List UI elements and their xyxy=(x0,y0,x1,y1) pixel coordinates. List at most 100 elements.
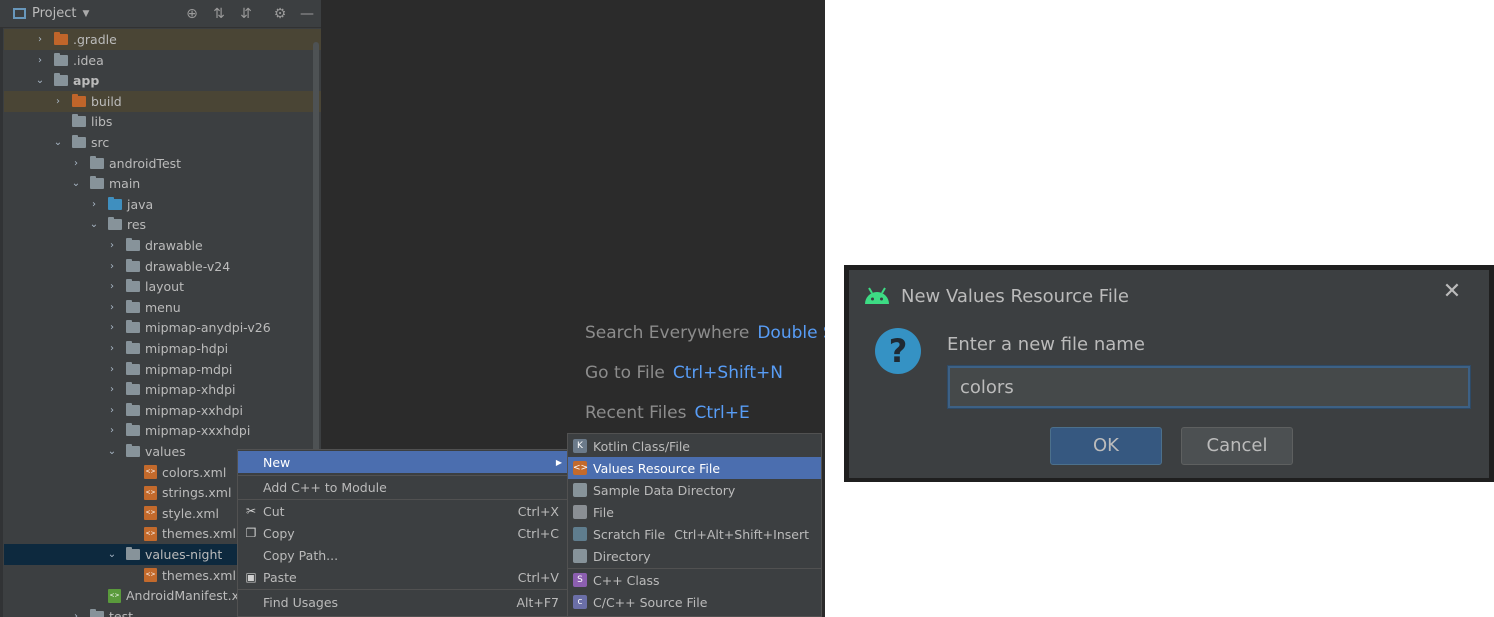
chevron-right-icon[interactable]: › xyxy=(106,425,118,436)
cancel-button[interactable]: Cancel xyxy=(1181,427,1293,465)
tree-node[interactable]: › mipmap-mdpi xyxy=(4,359,321,380)
submenu-item-directory[interactable]: Directory xyxy=(568,545,821,567)
dialog-title: New Values Resource File xyxy=(901,286,1129,307)
chevron-right-icon[interactable]: › xyxy=(106,343,118,354)
submenu-item-file[interactable]: File xyxy=(568,501,821,523)
hint-text: Recent Files xyxy=(585,403,687,423)
submenu-item-cpp-class[interactable]: S C++ Class xyxy=(568,569,821,591)
tree-node-label: menu xyxy=(145,299,181,315)
file-name-input[interactable] xyxy=(948,366,1470,408)
tree-node-label: src xyxy=(91,135,110,150)
tree-node[interactable]: › build xyxy=(4,90,321,112)
xml-file-icon: <> xyxy=(144,485,157,500)
menu-item-label: Paste xyxy=(263,569,297,585)
tree-node-label: mipmap-xxhdpi xyxy=(145,402,243,418)
tree-node[interactable]: libs xyxy=(4,111,321,132)
chevron-right-icon[interactable]: › xyxy=(106,302,118,313)
menu-item-new[interactable]: New ▶ xyxy=(238,451,567,473)
chevron-right-icon[interactable]: › xyxy=(34,34,46,45)
submenu-item-values-resource[interactable]: <> Values Resource File xyxy=(568,457,821,479)
folder-icon xyxy=(126,238,140,251)
tree-node[interactable]: ⌄ res xyxy=(4,214,321,235)
tree-node[interactable]: › layout xyxy=(4,276,321,297)
gear-icon[interactable]: ⚙ xyxy=(272,6,288,22)
tree-node[interactable]: ⌄ src xyxy=(4,132,321,153)
hint-go-to-file: Go to File Ctrl+Shift+N xyxy=(585,363,783,383)
chevron-down-icon[interactable]: ⌄ xyxy=(106,549,118,560)
folder-icon xyxy=(72,93,86,107)
chevron-right-icon[interactable]: › xyxy=(106,281,118,292)
tree-node[interactable]: › mipmap-anydpi-v26 xyxy=(4,317,321,338)
project-panel-title[interactable]: Project xyxy=(32,6,76,21)
tree-node[interactable]: › java xyxy=(4,194,321,215)
menu-item-copy-path[interactable]: Copy Path... xyxy=(238,544,567,566)
new-values-resource-dialog: New Values Resource File ✕ ? Enter a new… xyxy=(844,265,1494,482)
close-icon[interactable]: ✕ xyxy=(1441,281,1463,303)
folder-icon xyxy=(108,217,122,231)
xml-file-icon: <> xyxy=(144,506,157,521)
context-menu: New ▶ Add C++ to Module ✂ Cut Ctrl+X ❐ C… xyxy=(237,449,568,617)
chevron-down-icon[interactable]: ⌄ xyxy=(70,178,82,189)
submenu-item-cpp-source[interactable]: c C/C++ Source File xyxy=(568,591,821,613)
chevron-right-icon[interactable]: › xyxy=(34,55,46,66)
tree-node-label: res xyxy=(127,217,147,233)
tree-node[interactable]: › mipmap-xxxhdpi xyxy=(4,420,321,441)
tree-node-label: themes.xml xyxy=(162,526,236,542)
chevron-right-icon[interactable]: › xyxy=(106,364,118,375)
tree-node[interactable]: ⌄ main xyxy=(4,173,321,194)
locate-icon[interactable]: ⊕ xyxy=(184,6,200,22)
collapse-all-icon[interactable]: ⇵ xyxy=(238,6,254,22)
chevron-down-icon[interactable]: ⌄ xyxy=(34,75,46,86)
submenu-item-kotlin[interactable]: K Kotlin Class/File xyxy=(568,435,821,457)
tree-node[interactable]: › .gradle xyxy=(4,29,321,50)
chevron-down-icon[interactable]: ⌄ xyxy=(88,219,100,230)
folder-icon xyxy=(108,196,122,210)
chevron-right-icon[interactable]: › xyxy=(106,384,118,395)
tree-node-label: drawable-v24 xyxy=(145,258,231,274)
menu-item-find-usages[interactable]: Find Usages Alt+F7 xyxy=(238,591,567,613)
chevron-right-icon[interactable]: › xyxy=(88,199,100,210)
folder-icon xyxy=(54,52,68,66)
chevron-down-icon[interactable]: ⌄ xyxy=(106,446,118,457)
folder-icon xyxy=(54,32,68,45)
tree-node[interactable]: › menu xyxy=(4,297,321,318)
menu-item-add-cpp[interactable]: Add C++ to Module xyxy=(238,476,567,498)
tree-node[interactable]: › mipmap-xxhdpi xyxy=(4,400,321,421)
expand-all-icon[interactable]: ⇅ xyxy=(211,6,227,22)
submenu-item-scratch[interactable]: Scratch File Ctrl+Alt+Shift+Insert xyxy=(568,523,821,545)
chevron-right-icon[interactable]: › xyxy=(70,158,82,169)
chevron-down-icon[interactable]: ⌄ xyxy=(52,137,64,148)
new-submenu: K Kotlin Class/File <> Values Resource F… xyxy=(567,433,822,617)
tree-node-label: build xyxy=(91,93,122,109)
hint-recent-files: Recent Files Ctrl+E xyxy=(585,403,750,423)
ok-button[interactable]: OK xyxy=(1050,427,1162,465)
chevron-right-icon[interactable]: › xyxy=(106,261,118,272)
submenu-item-sample-data[interactable]: Sample Data Directory xyxy=(568,479,821,501)
minimize-icon[interactable]: — xyxy=(299,6,315,22)
tree-node[interactable]: › mipmap-xhdpi xyxy=(4,379,321,400)
chevron-right-icon[interactable]: › xyxy=(106,240,118,251)
tree-node[interactable]: ⌄ app xyxy=(4,70,321,91)
menu-item-paste[interactable]: ▣ Paste Ctrl+V xyxy=(238,566,567,588)
chevron-right-icon[interactable]: › xyxy=(70,611,82,617)
menu-item-copy[interactable]: ❐ Copy Ctrl+C xyxy=(238,522,567,544)
tree-node[interactable]: › androidTest xyxy=(4,153,321,174)
tree-node[interactable]: › drawable-v24 xyxy=(4,256,321,277)
chevron-right-icon[interactable]: › xyxy=(52,96,64,107)
submenu-item-label: Sample Data Directory xyxy=(593,482,736,498)
chevron-down-icon[interactable]: ▼ xyxy=(82,9,89,19)
tree-node-label: mipmap-xxxhdpi xyxy=(145,423,251,439)
chevron-right-icon[interactable]: › xyxy=(106,322,118,333)
tree-node[interactable]: › drawable xyxy=(4,235,321,256)
file-name-label: Enter a new file name xyxy=(947,334,1145,355)
submenu-arrow-icon: ▶ xyxy=(555,457,562,467)
menu-item-shortcut: Ctrl+C xyxy=(517,525,559,541)
chevron-right-icon[interactable]: › xyxy=(106,405,118,416)
tree-node-label: layout xyxy=(145,279,185,295)
tree-node-label: AndroidManifest.xml xyxy=(126,588,255,604)
tree-node[interactable]: › .idea xyxy=(4,50,321,71)
tree-scrollbar[interactable] xyxy=(313,42,319,462)
menu-item-cut[interactable]: ✂ Cut Ctrl+X xyxy=(238,500,567,522)
tree-node[interactable]: › mipmap-hdpi xyxy=(4,338,321,359)
folder-icon xyxy=(90,176,104,190)
